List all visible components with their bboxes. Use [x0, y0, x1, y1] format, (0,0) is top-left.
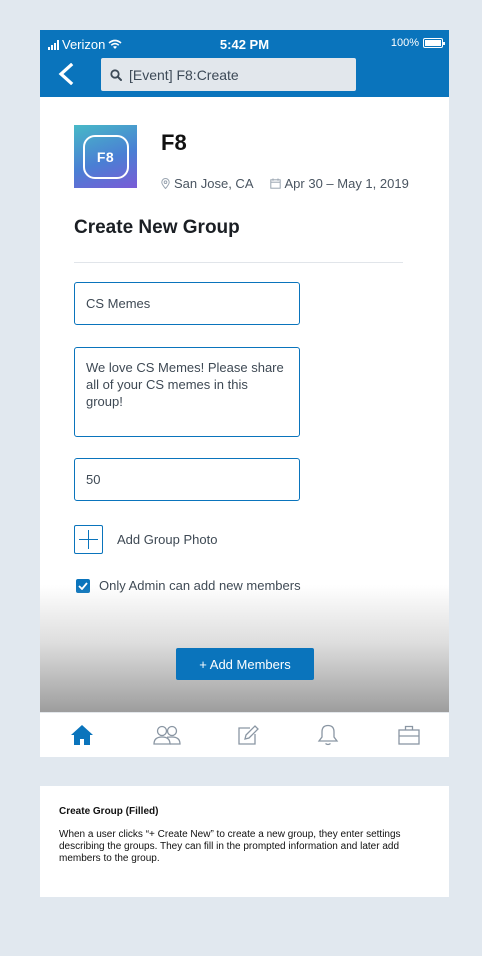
plus-icon: [74, 525, 103, 554]
battery-status: 100%: [390, 37, 445, 49]
search-bar[interactable]: [Event] F8:Create: [101, 58, 356, 91]
search-text: [Event] F8:Create: [129, 66, 239, 83]
battery-icon: [423, 38, 445, 48]
back-button[interactable]: [56, 62, 76, 86]
event-logo-badge: F8: [82, 134, 129, 179]
add-group-photo-label: Add Group Photo: [117, 532, 218, 547]
calendar-icon: [269, 178, 281, 189]
pin-icon: [161, 178, 170, 189]
add-members-button[interactable]: + Add Members: [176, 648, 314, 680]
home-icon: [71, 725, 93, 745]
caption-body: When a user clicks “+ Create New” to cre…: [59, 829, 401, 864]
clock: 5:42 PM: [219, 37, 270, 52]
phone-screen: Verizon 5:42 PM 100% [Event] F8:Create F…: [40, 30, 449, 757]
tab-jobs[interactable]: [397, 724, 421, 746]
edit-icon: [238, 725, 259, 745]
caption-card: Create Group (Filled) When a user clicks…: [40, 786, 449, 897]
briefcase-icon: [398, 725, 420, 745]
status-bar: Verizon 5:42 PM 100%: [40, 37, 449, 53]
group-capacity-input[interactable]: 50: [74, 458, 300, 501]
event-location: San Jose, CA: [174, 176, 254, 191]
group-name-input[interactable]: CS Memes: [74, 282, 300, 325]
event-title: F8: [161, 130, 187, 155]
add-group-photo-button[interactable]: Add Group Photo: [74, 525, 217, 554]
event-dates: Apr 30 – May 1, 2019: [284, 176, 409, 191]
chevron-left-icon: [58, 62, 74, 86]
people-icon: [153, 725, 181, 745]
tab-notifications[interactable]: [316, 724, 340, 746]
event-meta: San Jose, CA Apr 30 – May 1, 2019: [161, 176, 409, 191]
search-icon: [110, 68, 122, 81]
section-title: Create New Group: [74, 217, 240, 238]
caption-title: Create Group (Filled): [59, 806, 159, 817]
tab-home[interactable]: [70, 724, 94, 746]
top-bar: Verizon 5:42 PM 100% [Event] F8:Create: [40, 30, 449, 97]
group-description-textarea[interactable]: We love CS Memes! Please share all of yo…: [74, 347, 300, 437]
tab-bar: [40, 712, 449, 757]
tab-compose[interactable]: [236, 724, 260, 746]
battery-label: 100%: [390, 37, 419, 49]
event-logo: F8: [74, 125, 137, 188]
divider: [74, 262, 403, 263]
tab-groups[interactable]: [152, 724, 182, 746]
bell-icon: [317, 724, 339, 746]
